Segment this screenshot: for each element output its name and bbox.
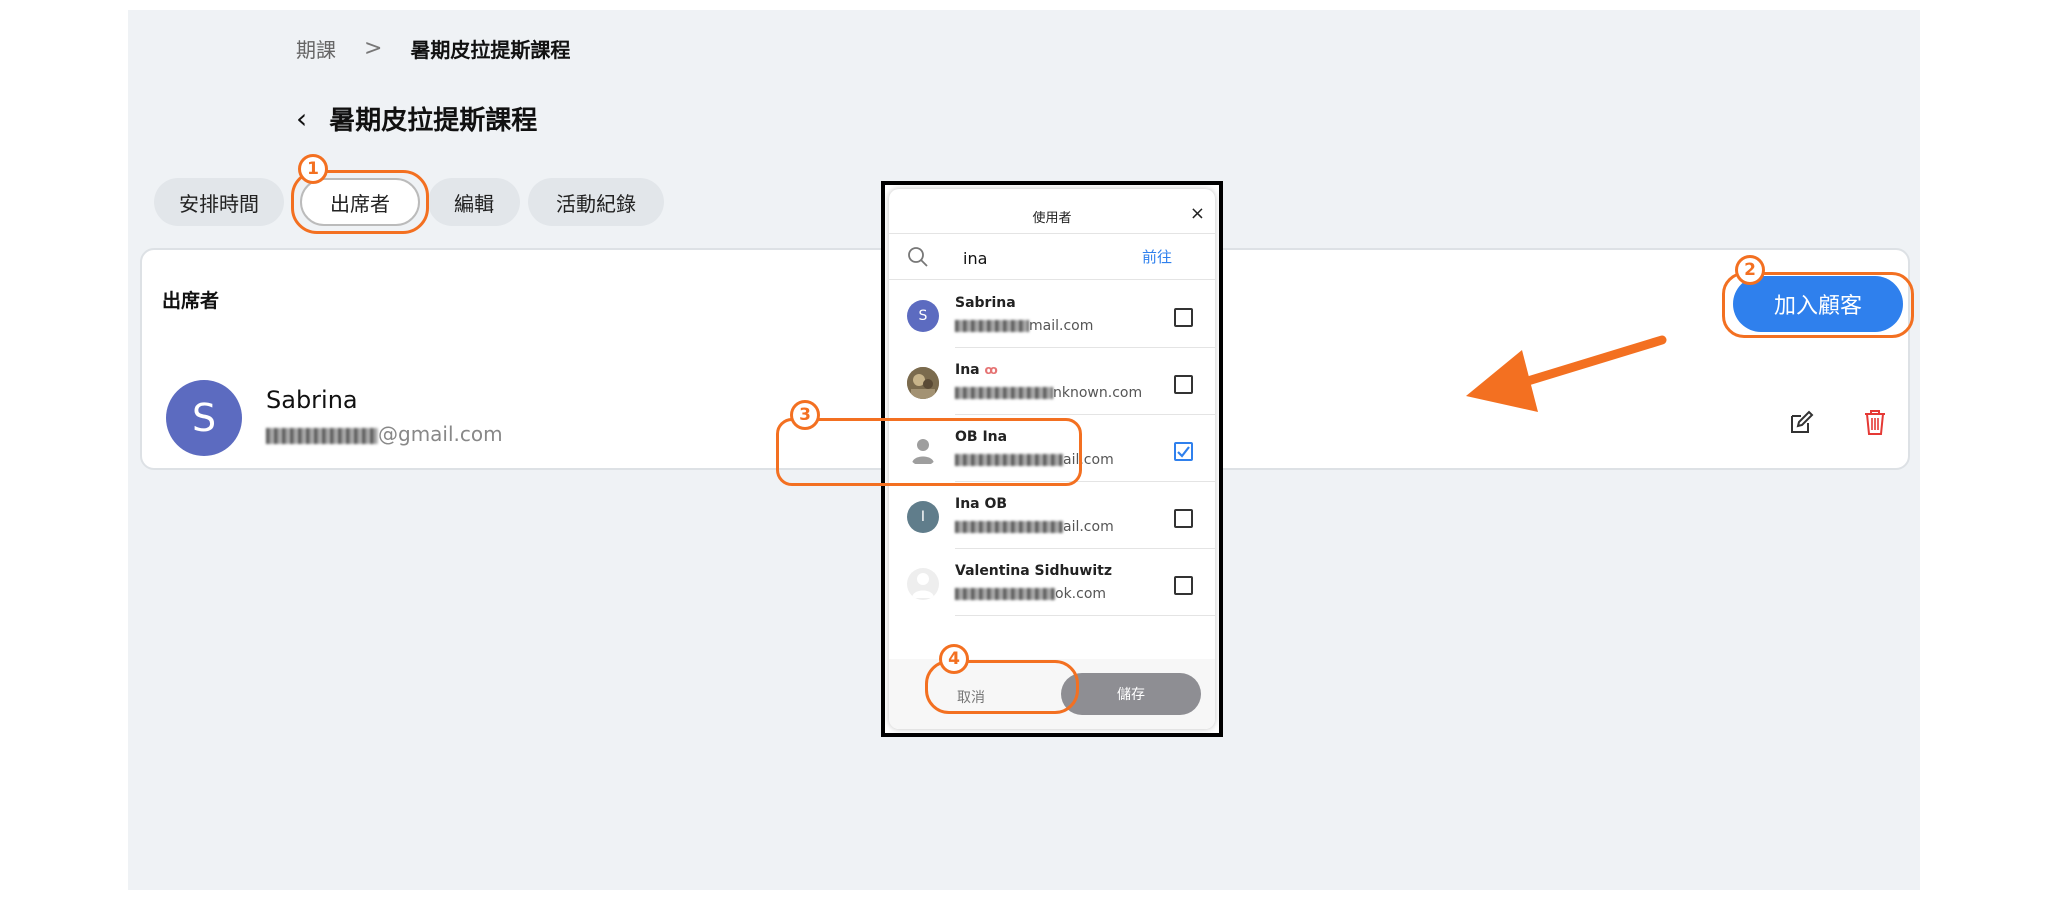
attendee-name: Sabrina — [266, 386, 358, 414]
page-title: 暑期皮拉提斯課程 — [329, 106, 538, 136]
user-checkbox[interactable] — [1174, 375, 1193, 394]
user-email: ail.com — [955, 519, 1114, 535]
dialog-title: 使用者 — [1032, 211, 1072, 226]
redacted-email-blur — [955, 387, 1053, 399]
user-avatar: I — [907, 501, 939, 533]
breadcrumb-parent[interactable]: 期課 — [296, 34, 336, 63]
search-icon — [908, 247, 928, 267]
panel-title: 出席者 — [162, 290, 220, 312]
search-input[interactable]: ina — [963, 249, 987, 268]
user-email-suffix: mail.com — [1029, 318, 1094, 334]
breadcrumb: 期課 > 暑期皮拉提斯課程 — [296, 34, 570, 63]
edit-icon[interactable] — [1788, 410, 1814, 436]
user-email: nknown.com — [955, 385, 1142, 401]
pointer-arrow-icon — [1466, 335, 1667, 412]
attendee-email: @gmail.com — [266, 422, 503, 446]
tab-schedule[interactable]: 安排時間 — [154, 178, 284, 226]
user-name: Ina ꝏ — [955, 362, 998, 378]
user-name-text: Ina — [955, 362, 980, 378]
user-row[interactable]: S Sabrina mail.com — [889, 281, 1215, 348]
step-3-badge: 3 — [790, 400, 820, 430]
checkmark-icon — [1177, 446, 1190, 458]
user-email: ok.com — [955, 586, 1106, 602]
person-icon — [912, 573, 934, 598]
user-row[interactable]: Valentina Sidhuwitz ok.com — [889, 549, 1215, 616]
divider — [889, 233, 1215, 234]
user-avatar: S — [907, 300, 939, 332]
step-1-badge: 1 — [298, 154, 328, 184]
highlight-selected-user — [776, 418, 1082, 486]
user-row[interactable]: Ina ꝏ nknown.com — [889, 348, 1215, 415]
divider — [955, 615, 1215, 616]
title-row: ‹ 暑期皮拉提斯課程 — [296, 100, 537, 137]
redacted-email-blur — [955, 588, 1055, 600]
breadcrumb-separator: > — [364, 36, 383, 61]
step-4-badge: 4 — [939, 644, 969, 674]
tab-activity-log[interactable]: 活動紀錄 — [528, 178, 664, 226]
photo-icon — [907, 367, 939, 399]
redacted-email-blur — [955, 320, 1029, 332]
user-checkbox[interactable] — [1174, 509, 1193, 528]
user-checkbox[interactable] — [1174, 576, 1193, 595]
breadcrumb-current: 暑期皮拉提斯課程 — [410, 38, 571, 62]
divider — [889, 279, 1215, 280]
page: 期課 > 暑期皮拉提斯課程 ‹ 暑期皮拉提斯課程 安排時間 出席者 編輯 活動紀… — [128, 10, 1920, 890]
user-checkbox-checked[interactable] — [1174, 442, 1193, 461]
step-2-badge: 2 — [1735, 255, 1765, 285]
user-email-suffix: ail.com — [1063, 519, 1114, 535]
back-chevron-icon[interactable]: ‹ — [296, 102, 307, 135]
save-button[interactable]: 儲存 — [1061, 673, 1201, 715]
attendee-avatar: S — [166, 380, 242, 456]
user-name: Valentina Sidhuwitz — [955, 563, 1112, 579]
trash-icon[interactable] — [1862, 408, 1888, 436]
user-email: mail.com — [955, 318, 1093, 334]
user-name: Sabrina — [955, 295, 1016, 311]
user-email-suffix: ok.com — [1055, 586, 1107, 602]
tab-edit[interactable]: 編輯 — [428, 178, 520, 226]
user-checkbox[interactable] — [1174, 308, 1193, 327]
user-row[interactable]: I Ina OB ail.com — [889, 482, 1215, 549]
redacted-email-blur — [955, 521, 1063, 533]
redacted-email-blur — [266, 427, 378, 444]
user-photo-avatar — [907, 367, 939, 399]
attendee-email-suffix: @gmail.com — [378, 422, 503, 446]
user-name: Ina OB — [955, 496, 1008, 512]
default-user-avatar-icon — [907, 568, 939, 600]
go-button[interactable]: 前往 — [1142, 246, 1172, 267]
user-email-suffix: nknown.com — [1053, 385, 1143, 401]
pretzel-emoji-icon: ꝏ — [984, 363, 998, 377]
close-icon[interactable]: × — [1190, 203, 1205, 224]
